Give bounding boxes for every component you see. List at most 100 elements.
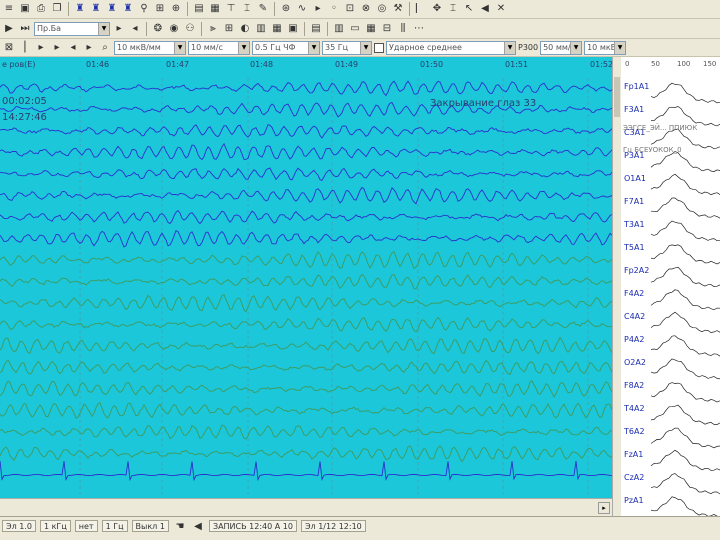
settings-icon[interactable]: ⊠ xyxy=(2,41,16,55)
play-forward-icon[interactable]: ▸ xyxy=(112,22,126,36)
eeg-trace-area[interactable]: 00:02:05 14:27:46 Закрывание глаз 33 xyxy=(0,78,612,498)
channel-label[interactable]: Fp2A2 xyxy=(624,266,649,275)
print-icon[interactable]: ⎙ xyxy=(34,2,48,16)
calendar-icon[interactable]: ▦ xyxy=(270,22,284,36)
edit-icon[interactable]: ✎ xyxy=(256,2,270,16)
hand-icon[interactable]: ☚ xyxy=(173,520,187,534)
go-next-icon[interactable]: ▶ xyxy=(2,22,16,36)
montage-2-icon[interactable]: ♜ xyxy=(89,2,103,16)
speed-select[interactable]: 10 мм/с ▼ xyxy=(188,40,250,55)
play-icon[interactable]: ▸ xyxy=(311,2,325,16)
toolbar-separator xyxy=(327,21,328,36)
eeg-channel-trace xyxy=(0,336,612,355)
wave-icon[interactable]: ∿ xyxy=(295,2,309,16)
photic-stim-icon[interactable]: ❂ xyxy=(151,22,165,36)
step-back-icon[interactable]: ⎮ xyxy=(18,41,32,55)
contrast-icon[interactable]: ◐ xyxy=(238,22,252,36)
cursor-icon[interactable]: ⌶ xyxy=(446,2,460,16)
rate-select[interactable]: 50 мм/с ▼ xyxy=(540,40,583,55)
channel-label[interactable]: FzA1 xyxy=(624,450,643,459)
horizontal-scrollbar[interactable]: ▸ xyxy=(0,498,612,516)
channel-label[interactable]: F3A1 xyxy=(624,105,644,114)
vertical-scroll-thumb[interactable] xyxy=(614,77,620,117)
marker-bar-icon[interactable]: ⎸ xyxy=(414,2,428,16)
tools-icon[interactable]: ⚒ xyxy=(391,2,405,16)
target-icon[interactable]: ◎ xyxy=(375,2,389,16)
vertical-scrollbar[interactable] xyxy=(612,57,621,516)
stop-icon[interactable]: ◦ xyxy=(327,2,341,16)
scroll-right-icon[interactable]: ▸ xyxy=(598,502,610,514)
speaker-icon[interactable]: ◀ xyxy=(191,520,205,534)
lpf-select[interactable]: 35 Гц ▼ xyxy=(322,40,372,55)
bars-icon[interactable]: ▥ xyxy=(254,22,268,36)
channel-label[interactable]: PzA1 xyxy=(624,496,644,505)
zoom-icon[interactable]: ⌕ xyxy=(98,41,112,55)
channel-label[interactable]: C4A2 xyxy=(624,312,645,321)
triangle-4-icon[interactable]: ▸ xyxy=(82,41,96,55)
channel-label[interactable]: F8A2 xyxy=(624,381,644,390)
text-icon[interactable]: ⌶ xyxy=(240,2,254,16)
triangle-2-icon[interactable]: ▸ xyxy=(50,41,64,55)
protocol-select[interactable]: Пр.Ба ▼ xyxy=(34,21,110,36)
channel-label[interactable]: F7A1 xyxy=(624,197,644,206)
event-annotation[interactable]: Закрывание глаз 33 xyxy=(430,98,536,109)
channel-spectrum-panel[interactable]: Fp1A1 F3A1 C3A1 P3A1 O1A1 F7A1 T3A1 T5A1 Fp2A2 F4… xyxy=(621,74,720,516)
montage-1-icon[interactable]: ♜ xyxy=(73,2,87,16)
channel-label[interactable]: CzA2 xyxy=(624,473,644,482)
channel-label[interactable]: T5A1 xyxy=(624,243,645,252)
columns-icon[interactable]: ⫼ xyxy=(396,22,410,36)
spectrum-curve xyxy=(650,173,720,196)
triangle-icon[interactable]: ▸ xyxy=(34,41,48,55)
channel-label[interactable]: Fp1A1 xyxy=(624,82,649,91)
spectrum-icon[interactable]: ⊡ xyxy=(343,2,357,16)
time-tick: 01:51 xyxy=(505,60,529,69)
sensitivity-select[interactable]: 10 мкВ/мм ▼ xyxy=(114,40,186,55)
channel-label[interactable]: O2A2 xyxy=(624,358,646,367)
network-icon[interactable]: ⊞ xyxy=(153,2,167,16)
more-icon[interactable]: ⋯ xyxy=(412,22,426,36)
amplitude-select[interactable]: 10 мкВ ▼ xyxy=(584,40,627,55)
view-list-icon[interactable]: ≡ xyxy=(2,2,16,16)
close-icon[interactable]: ✕ xyxy=(494,2,508,16)
record-icon[interactable]: ⊕ xyxy=(169,2,183,16)
scale-icon[interactable]: ⫸ xyxy=(206,22,220,36)
montage-3-icon[interactable]: ♜ xyxy=(105,2,119,16)
eye-icon[interactable]: ◉ xyxy=(167,22,181,36)
average-select[interactable]: Ударное среднее ▼ xyxy=(386,40,516,55)
arrow-icon[interactable]: ↖ xyxy=(462,2,476,16)
globe-icon[interactable]: ⊛ xyxy=(279,2,293,16)
channel-label[interactable]: P4A2 xyxy=(624,335,644,344)
eeg-channel-trace xyxy=(0,142,612,161)
go-end-icon[interactable]: ⏭ xyxy=(18,22,32,36)
average-checkbox[interactable] xyxy=(374,42,384,53)
play-back-icon[interactable]: ◂ xyxy=(128,22,142,36)
speaker-icon[interactable]: ◀ xyxy=(478,2,492,16)
export-icon[interactable]: ⊟ xyxy=(380,22,394,36)
ruler-icon[interactable]: ⊞ xyxy=(222,22,236,36)
time-tick: 01:48 xyxy=(250,60,274,69)
grid-icon[interactable]: ▦ xyxy=(208,2,222,16)
layout-icon[interactable]: ▤ xyxy=(192,2,206,16)
triangle-3-icon[interactable]: ◂ xyxy=(66,41,80,55)
marker-icon[interactable]: ⊤ xyxy=(224,2,238,16)
filter-icon[interactable]: ⚲ xyxy=(137,2,151,16)
copy-icon[interactable]: ❐ xyxy=(50,2,64,16)
report-icon[interactable]: ▥ xyxy=(332,22,346,36)
channel-label[interactable]: O1A1 xyxy=(624,174,646,183)
save-icon[interactable]: ▣ xyxy=(18,2,32,16)
chip-icon[interactable]: ▣ xyxy=(286,22,300,36)
table-icon[interactable]: ▦ xyxy=(364,22,378,36)
spreadsheet-icon[interactable]: ▤ xyxy=(309,22,323,36)
move-icon[interactable]: ✥ xyxy=(430,2,444,16)
channel-label[interactable]: F4A2 xyxy=(624,289,644,298)
channel-label[interactable]: T3A1 xyxy=(624,220,645,229)
channel-label[interactable]: T4A2 xyxy=(624,404,645,413)
montage-4-icon[interactable]: ♜ xyxy=(121,2,135,16)
spectrum-curve xyxy=(650,82,720,104)
hpf-select[interactable]: 0.5 Гц ЧФ ▼ xyxy=(252,40,320,55)
map-icon[interactable]: ⊗ xyxy=(359,2,373,16)
document-icon[interactable]: ▭ xyxy=(348,22,362,36)
person-icon[interactable]: ⚇ xyxy=(183,22,197,36)
status-bar: Эл 1.0 1 кГц нет 1 Гц Выкл 1 ☚ ◀ ЗАПИСЬ … xyxy=(0,516,720,540)
channel-label[interactable]: T6A2 xyxy=(624,427,645,436)
